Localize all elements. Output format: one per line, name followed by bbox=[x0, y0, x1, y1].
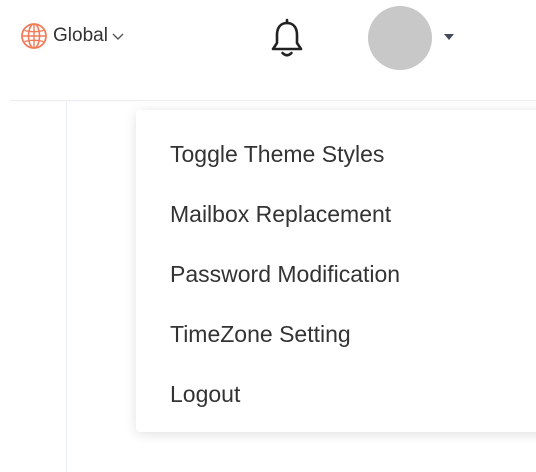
user-dropdown-menu: Toggle Theme Styles Mailbox Replacement … bbox=[136, 110, 536, 432]
menu-item-timezone-setting[interactable]: TimeZone Setting bbox=[136, 304, 536, 364]
header-divider bbox=[10, 100, 536, 101]
language-label: Global bbox=[53, 25, 108, 46]
page: Global Toggle Theme Styles Mailbox Repla… bbox=[0, 0, 536, 472]
bell-icon[interactable] bbox=[268, 18, 306, 60]
user-avatar[interactable] bbox=[368, 6, 432, 70]
language-selector[interactable]: Global bbox=[20, 20, 125, 52]
menu-item-logout[interactable]: Logout bbox=[136, 364, 536, 424]
menu-item-password-modification[interactable]: Password Modification bbox=[136, 244, 536, 304]
chevron-down-icon bbox=[112, 33, 124, 40]
menu-item-mailbox-replacement[interactable]: Mailbox Replacement bbox=[136, 184, 536, 244]
menu-item-toggle-theme[interactable]: Toggle Theme Styles bbox=[136, 124, 536, 184]
top-header: Global bbox=[0, 0, 536, 84]
user-menu-list: Toggle Theme Styles Mailbox Replacement … bbox=[136, 110, 536, 424]
caret-down-icon[interactable] bbox=[443, 33, 455, 41]
globe-icon bbox=[21, 23, 47, 49]
content-left-border bbox=[66, 101, 67, 472]
